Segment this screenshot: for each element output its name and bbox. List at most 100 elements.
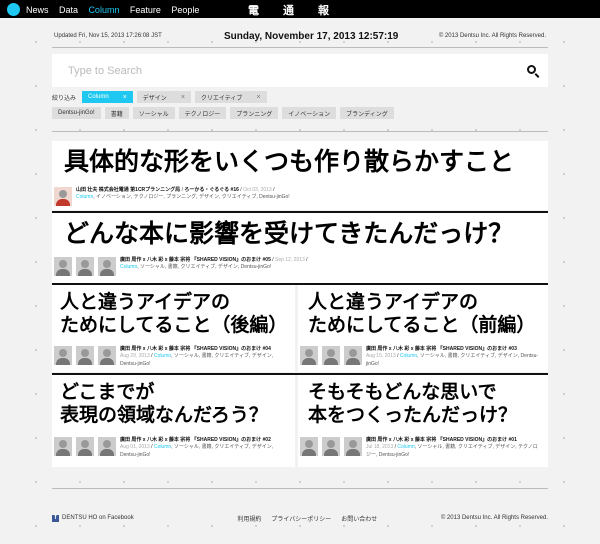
chip-label: クリエイティブ bbox=[200, 95, 243, 102]
nav-news[interactable]: News bbox=[26, 5, 49, 15]
search-input[interactable] bbox=[68, 64, 488, 77]
article-card[interactable]: そもそもどんな思いで 本をつくったんだっけ？ 廣田 周作 x 八木 彩 x 藤本… bbox=[298, 375, 548, 467]
article-date: Aug 15, 2013 bbox=[366, 353, 396, 360]
article-meta: 廣田 周作 x 八木 彩 x 藤本 宗将 『SHARED VISION』のおまけ… bbox=[300, 346, 541, 368]
article-meta-text: 廣田 周作 x 八木 彩 x 藤本 宗将 『SHARED VISION』のおまけ… bbox=[120, 437, 274, 458]
article-author[interactable]: 山田 壮夫 株式会社電通 第1CRプランニング局 bbox=[76, 187, 180, 193]
filter-label: 絞り込み bbox=[52, 95, 77, 102]
author-avatar-2 bbox=[322, 346, 340, 365]
filter-chip-design[interactable]: デザイン × bbox=[136, 91, 191, 103]
article-title[interactable]: そもそもどんな思いで 本をつくったんだっけ？ bbox=[308, 381, 517, 427]
header-copyright: © 2013 Dentsu Inc. All Rights Reserved. bbox=[438, 33, 546, 39]
nav-people[interactable]: People bbox=[171, 5, 199, 15]
article-title-line-2: 本をつくったんだっけ？ bbox=[308, 404, 518, 427]
filter-chip-column[interactable]: Column × bbox=[82, 91, 133, 103]
brand-char-1: 電 bbox=[248, 4, 261, 17]
nav-feature[interactable]: Feature bbox=[130, 5, 161, 15]
author-avatar bbox=[54, 187, 72, 206]
article-date: Aug 01, 2013 bbox=[120, 444, 150, 451]
author-avatar-1 bbox=[300, 437, 318, 456]
author-avatar-3 bbox=[98, 437, 116, 456]
article-category[interactable]: Column bbox=[120, 264, 137, 270]
article-meta-text: 廣田 周作 x 八木 彩 x 藤本 宗将 『SHARED VISION』のおまけ… bbox=[366, 346, 539, 367]
search-icon[interactable] bbox=[527, 65, 536, 74]
footer-link-privacy[interactable]: プライバシーポリシー bbox=[271, 514, 331, 523]
article-title[interactable]: どこまでが 表現の領域なんだろう？ bbox=[60, 381, 268, 427]
footer-link-terms[interactable]: 利用規約 bbox=[237, 514, 261, 523]
article-card[interactable]: 人と違うアイデアの ためにしてること（後編） 廣田 周作 x 八木 彩 x 藤本… bbox=[52, 285, 295, 372]
article-date: Oct 03, 2013 bbox=[243, 187, 272, 193]
filter-option-technology[interactable]: テクノロジー bbox=[178, 107, 227, 119]
article-meta: 廣田 周作 x 八木 彩 x 藤本 宗将 『SHARED VISION』のおまけ… bbox=[54, 257, 308, 276]
chip-label: Column bbox=[88, 94, 109, 100]
author-avatar-3 bbox=[344, 437, 362, 456]
article-title-line-2: 表現の領域なんだろう？ bbox=[60, 404, 268, 427]
author-avatar-2 bbox=[322, 437, 340, 456]
footer-links: 利用規約 プライバシーポリシー お問い合わせ bbox=[237, 514, 377, 523]
article-title[interactable]: 人と違うアイデアの ためにしてること（前編） bbox=[308, 291, 535, 337]
chip-label: デザイン bbox=[142, 95, 167, 102]
filter-chip-creative[interactable]: クリエイティブ × bbox=[194, 91, 267, 103]
article-card[interactable]: 具体的な形をいくつも作り散らかすこと 山田 壮夫 株式会社電通 第1CRプランニ… bbox=[52, 141, 548, 210]
article-author[interactable]: 廣田 周作 x 八木 彩 x 藤本 宗将 『SHARED VISION』のおまけ… bbox=[120, 257, 271, 263]
top-navigation-bar: News Data Column Feature People 電 通 報 bbox=[0, 0, 600, 18]
article-meta: 山田 壮夫 株式会社電通 第1CRプランニング局 / ろーかる・ぐるぐる #16… bbox=[54, 187, 290, 206]
article-tags: , ソーシャル, 書籍, クリエイティブ, デザイン, Dentsu-jinGo… bbox=[137, 264, 272, 271]
article-title-line-1: 人と違うアイデアの bbox=[60, 291, 231, 313]
footer-link-contact[interactable]: お問い合わせ bbox=[341, 514, 377, 523]
article-author[interactable]: 廣田 周作 x 八木 彩 x 藤本 宗将 『SHARED VISION』のおまけ… bbox=[120, 346, 271, 352]
article-author[interactable]: 廣田 周作 x 八木 彩 x 藤本 宗将 『SHARED VISION』のおまけ… bbox=[366, 437, 517, 443]
article-meta-text: 廣田 周作 x 八木 彩 x 藤本 宗将 『SHARED VISION』のおまけ… bbox=[366, 437, 538, 458]
article-category[interactable]: Column bbox=[76, 194, 93, 200]
article-meta-text: 廣田 周作 x 八木 彩 x 藤本 宗将 『SHARED VISION』のおまけ… bbox=[120, 257, 308, 271]
header-info: Updated Fri, Nov 15, 2013 17:26:08 JST S… bbox=[54, 28, 546, 44]
selected-filters-row: 絞り込み Column × デザイン × クリエイティブ × bbox=[52, 91, 548, 103]
article-category[interactable]: Column bbox=[400, 353, 417, 359]
footer: f DENTSU HO on Facebook 利用規約 プライバシーポリシー … bbox=[52, 512, 548, 524]
nav-data[interactable]: Data bbox=[59, 5, 78, 15]
author-avatar-1 bbox=[300, 346, 318, 365]
article-title-line-1: どこまでが bbox=[60, 381, 155, 403]
filter-option-social[interactable]: ソーシャル bbox=[132, 107, 175, 119]
filter-option-books[interactable]: 書籍 bbox=[104, 107, 129, 119]
article-title-line-1: 人と違うアイデアの bbox=[308, 291, 479, 313]
author-avatar-2 bbox=[76, 346, 94, 365]
filter-option-branding[interactable]: ブランディング bbox=[340, 107, 394, 119]
article-meta: 廣田 周作 x 八木 彩 x 藤本 宗将 『SHARED VISION』のおまけ… bbox=[300, 437, 541, 459]
filter-panel: 絞り込み Column × デザイン × クリエイティブ × Dentsu-jinGo… bbox=[52, 91, 548, 123]
brand-char-2: 通 bbox=[283, 4, 296, 17]
footer-copyright: © 2013 Dentsu Inc. All Rights Reserved. bbox=[440, 515, 548, 521]
article-meta-text: 山田 壮夫 株式会社電通 第1CRプランニング局 / ろーかる・ぐるぐる #16… bbox=[76, 187, 290, 201]
article-title[interactable]: どんな本に影響を受けてきたんだっけ？ bbox=[64, 219, 513, 250]
article-author[interactable]: 廣田 周作 x 八木 彩 x 藤本 宗将 『SHARED VISION』のおまけ… bbox=[366, 346, 517, 352]
filter-option-dentsu-jingo[interactable]: Dentsu-jinGo! bbox=[52, 107, 101, 119]
main-nav: News Data Column Feature People bbox=[26, 0, 205, 18]
article-date: Jul 18, 2013 bbox=[366, 444, 394, 451]
article-category[interactable]: Column bbox=[154, 444, 171, 450]
filters-divider bbox=[52, 131, 548, 132]
nav-column[interactable]: Column bbox=[88, 5, 119, 15]
article-title[interactable]: 人と違うアイデアの ためにしてること（後編） bbox=[60, 291, 287, 337]
article-card[interactable]: どこまでが 表現の領域なんだろう？ 廣田 周作 x 八木 彩 x 藤本 宗将 『… bbox=[52, 375, 295, 467]
article-series: ろーかる・ぐるぐる #16 bbox=[184, 187, 239, 193]
brand-wordmark[interactable]: 電 通 報 bbox=[248, 2, 331, 18]
article-meta: 廣田 周作 x 八木 彩 x 藤本 宗将 『SHARED VISION』のおまけ… bbox=[54, 437, 290, 459]
article-category[interactable]: Column bbox=[154, 353, 171, 359]
filter-option-planning[interactable]: プランニング bbox=[230, 107, 279, 119]
close-icon[interactable]: × bbox=[181, 94, 185, 101]
article-card[interactable]: どんな本に影響を受けてきたんだっけ？ 廣田 周作 x 八木 彩 x 藤本 宗将 … bbox=[52, 213, 548, 283]
author-avatar-2 bbox=[76, 437, 94, 456]
facebook-link[interactable]: f DENTSU HO on Facebook bbox=[52, 514, 134, 522]
article-card[interactable]: 人と違うアイデアの ためにしてること（前編） 廣田 周作 x 八木 彩 x 藤本… bbox=[298, 285, 548, 372]
footer-divider bbox=[52, 488, 548, 489]
close-icon[interactable]: × bbox=[123, 94, 127, 101]
article-category[interactable]: Column bbox=[397, 444, 414, 450]
filter-options-row: Dentsu-jinGo! 書籍 ソーシャル テクノロジー プランニング イノベ… bbox=[52, 107, 548, 119]
article-author[interactable]: 廣田 周作 x 八木 彩 x 藤本 宗将 『SHARED VISION』のおまけ… bbox=[120, 437, 271, 443]
site-logo-icon[interactable] bbox=[7, 2, 20, 16]
filter-option-innovation[interactable]: イノベーション bbox=[282, 107, 337, 119]
article-title-line-2: ためにしてること（前編） bbox=[308, 314, 536, 337]
article-title[interactable]: 具体的な形をいくつも作り散らかすこと bbox=[64, 147, 514, 178]
close-icon[interactable]: × bbox=[256, 94, 260, 101]
search-bar bbox=[52, 54, 548, 87]
